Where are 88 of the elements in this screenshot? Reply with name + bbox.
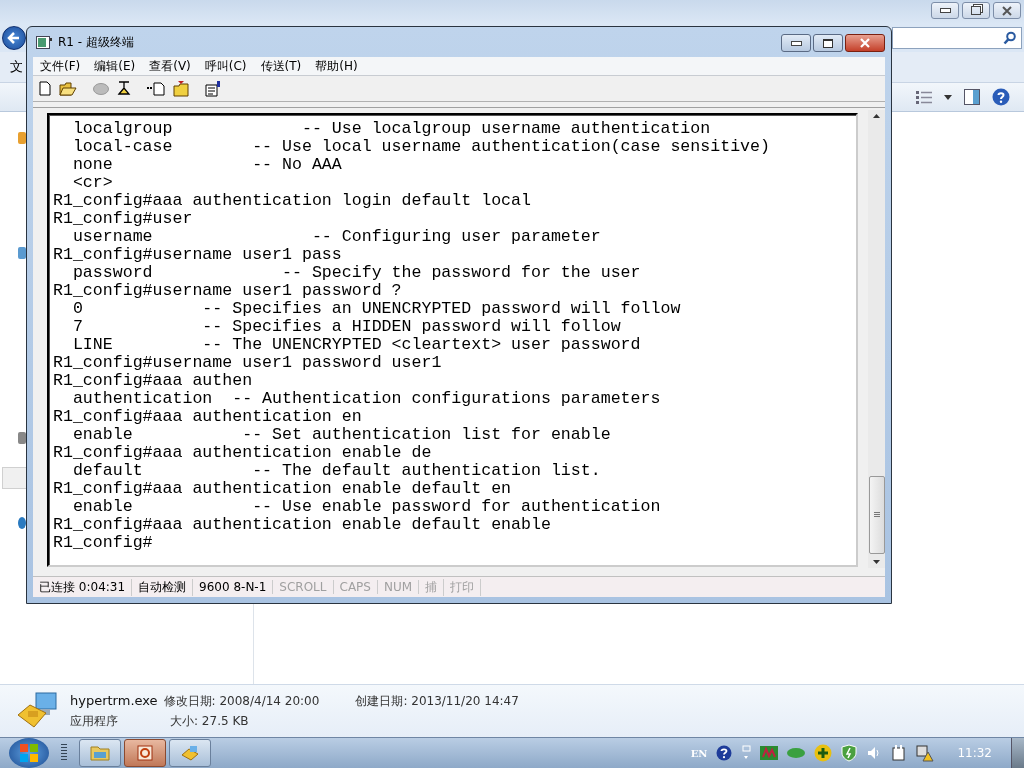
media-player-icon — [137, 745, 153, 761]
dropdown-caret-icon[interactable] — [944, 94, 952, 100]
new-document-icon[interactable] — [39, 81, 51, 96]
help-icon[interactable] — [716, 745, 733, 761]
back-arrow-icon — [7, 31, 21, 45]
close-button[interactable] — [993, 2, 1021, 19]
help-icon[interactable] — [992, 88, 1010, 106]
status-item: SCROLL — [273, 580, 334, 594]
terminal-line: enable -- Set authentication list for enable — [71, 426, 612, 444]
start-button[interactable] — [9, 738, 49, 768]
network-app-icon[interactable] — [760, 746, 779, 760]
terminal-line: R1_config#aaa authen — [53, 372, 254, 390]
close-icon — [859, 38, 871, 48]
view-list-icon[interactable] — [916, 90, 932, 104]
taskbar-button[interactable] — [169, 739, 211, 767]
status-item: 捕 — [419, 578, 445, 596]
file-name: hypertrm.exe — [70, 692, 158, 708]
minimize-button[interactable] — [781, 34, 811, 52]
scroll-down-icon[interactable] — [873, 560, 880, 564]
terminal-line: 7 -- Specifies a HIDDEN password will follow — [71, 318, 622, 336]
close-icon — [1001, 5, 1013, 16]
taskbar-button[interactable] — [79, 739, 121, 767]
close-button[interactable] — [845, 34, 885, 52]
window-title: R1 - 超级终端 — [58, 33, 134, 51]
terminal-screen[interactable] — [47, 113, 858, 567]
terminal-line: R1_config#aaa authentication enable de — [53, 444, 433, 462]
terminal-line: username -- Configuring user parameter — [71, 228, 602, 246]
menu-item[interactable]: 文件(F) — [40, 57, 81, 75]
shield-icon[interactable] — [841, 744, 858, 762]
taskbar-button[interactable] — [124, 739, 166, 767]
restore-button[interactable] — [962, 2, 990, 19]
status-item: CAPS — [333, 580, 378, 594]
terminal-line: 0 -- Specifies an UNENCRYPTED password will follow — [71, 300, 682, 318]
menu-item[interactable]: 呼叫(C) — [204, 57, 247, 75]
status-item: NUM — [377, 580, 420, 594]
terminal-line: R1_config#aaa authentication enable default en — [53, 480, 513, 498]
send-document-icon[interactable] — [147, 81, 165, 96]
menu-item[interactable]: 编辑(E) — [94, 57, 136, 75]
nav-selection — [2, 467, 28, 489]
file-size: 大小: 27.5 KB — [170, 712, 249, 730]
terminal-app-icon — [36, 35, 52, 49]
terminal-line: none -- No AAA — [71, 156, 343, 174]
search-icon — [1003, 31, 1017, 45]
status-item: 已连接 0:04:31 — [33, 578, 133, 596]
menu-item[interactable]: 传送(T) — [260, 57, 302, 75]
back-button[interactable] — [2, 26, 26, 50]
preview-pane-icon[interactable] — [964, 89, 980, 105]
network-warning-icon[interactable] — [916, 744, 935, 762]
terminal-line: R1_config# — [53, 534, 154, 552]
terminal-line: password -- Specify the password for the user — [71, 264, 642, 282]
terminal-line: localgroup -- Use localgroup username authentication — [71, 120, 712, 138]
status-item: 打印 — [444, 578, 482, 596]
terminal-line: default -- The default authentication list. — [71, 462, 602, 480]
phone-hangup-icon[interactable] — [117, 80, 131, 97]
created-date: 创建日期: 2013/11/20 14:47 — [355, 692, 519, 710]
modified-date: 修改日期: 2008/4/14 20:00 — [163, 692, 320, 710]
menu-item[interactable]: 查看(V) — [149, 57, 191, 75]
terminal-line: R1_config#aaa authentication login default local — [53, 192, 532, 210]
file-type: 应用程序 — [70, 712, 118, 730]
minimize-button[interactable] — [931, 2, 959, 19]
power-plug-icon[interactable] — [891, 744, 908, 762]
menu-item[interactable]: 文 — [10, 58, 23, 76]
terminal-line: enable -- Use enable password for authentication — [71, 498, 662, 516]
status-item: 自动检测 — [132, 578, 194, 596]
terminal-line: R1_config#aaa authentication en — [53, 408, 363, 426]
terminal-line: R1_config#username user1 password ? — [53, 282, 403, 300]
vertical-scrollbar[interactable] — [868, 110, 885, 568]
folder-icon — [90, 745, 110, 761]
terminal-line: <cr> — [71, 174, 114, 192]
terminal-line: authentication -- Authentication configurations parameters — [71, 390, 662, 408]
receive-folder-icon[interactable] — [173, 80, 189, 97]
windows-logo-icon — [18, 742, 40, 764]
menu-item[interactable]: 帮助(H) — [315, 57, 358, 75]
show-desktop-button[interactable] — [1011, 738, 1024, 768]
maximize-button[interactable] — [813, 34, 843, 52]
terminal-line: R1_config#username user1 pass — [53, 246, 343, 264]
plus-circle-icon[interactable] — [814, 744, 833, 762]
scroll-up-icon[interactable] — [873, 114, 880, 118]
phone-icon — [181, 745, 199, 761]
terminal-line: R1_config#aaa authentication enable default enable — [53, 516, 552, 534]
terminal-line: local-case -- Use local username authentication(case sensitive) — [71, 138, 771, 156]
terminal-line: R1_config#username user1 password user1 — [53, 354, 443, 372]
terminal-line: R1_config#user — [53, 210, 194, 228]
properties-icon[interactable] — [205, 80, 221, 97]
terminal-line: LINE -- The UNENCRYPTED <cleartext> user password — [71, 336, 642, 354]
status-item: 9600 8-N-1 — [193, 580, 274, 594]
search-field[interactable] — [892, 27, 1022, 49]
open-folder-icon[interactable] — [59, 81, 77, 96]
